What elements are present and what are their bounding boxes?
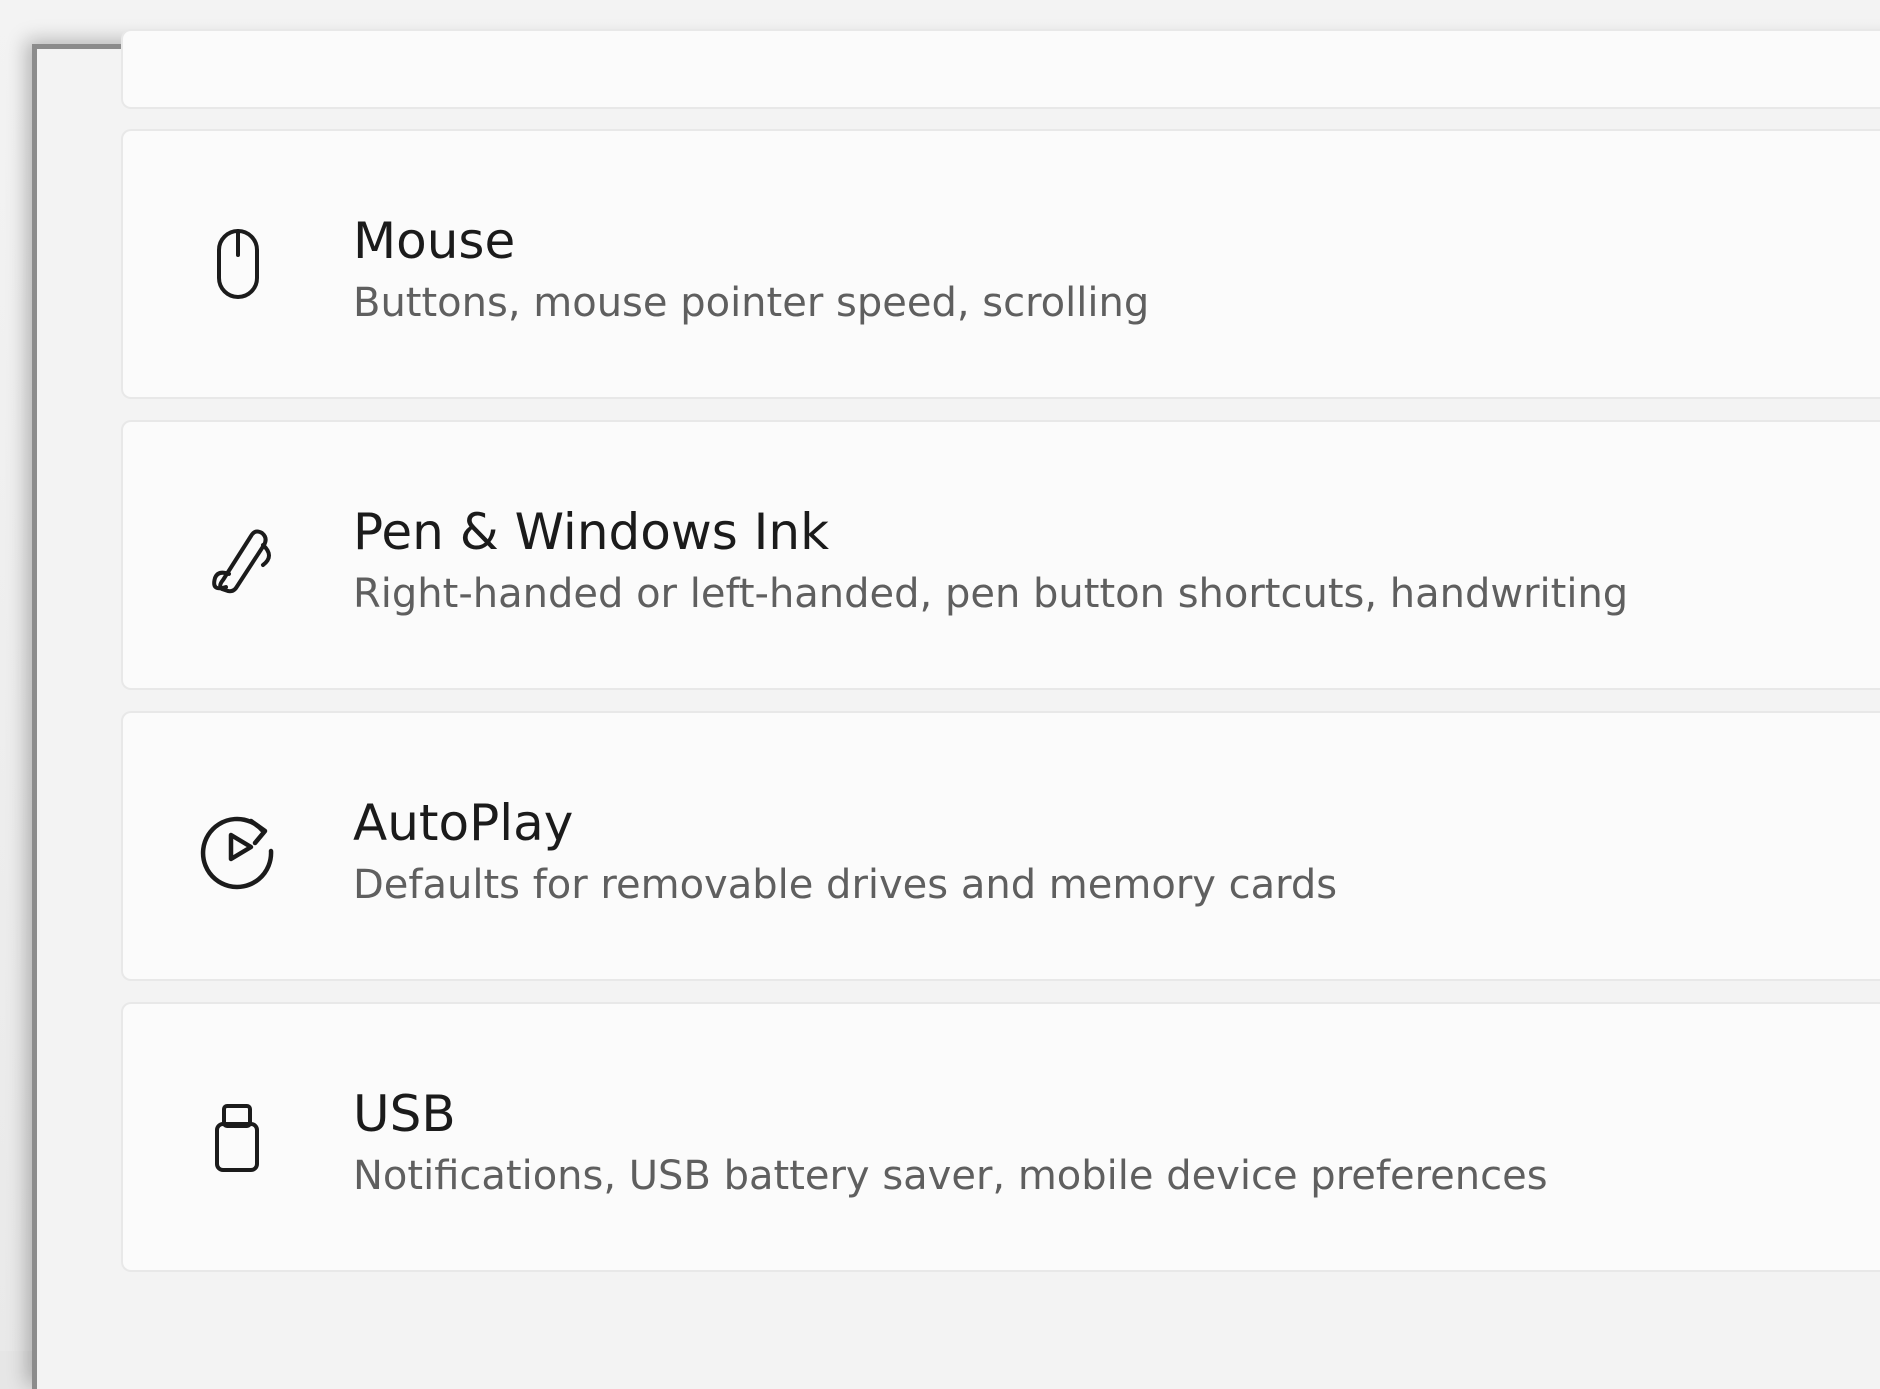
settings-item-title: AutoPlay <box>353 794 574 852</box>
mouse-icon <box>193 219 283 309</box>
settings-item-usb[interactable]: USB Notifications, USB battery saver, mo… <box>121 1002 1880 1272</box>
usb-icon <box>193 1092 283 1182</box>
pen-icon <box>193 510 283 600</box>
settings-item-description: Defaults for removable drives and memory… <box>353 862 1338 908</box>
settings-window: Mouse Buttons, mouse pointer speed, scro… <box>32 29 1880 1389</box>
settings-item-pen-windows-ink[interactable]: Pen & Windows Ink Right-handed or left-h… <box>121 420 1880 690</box>
settings-card-partial[interactable] <box>121 29 1880 109</box>
settings-item-autoplay[interactable]: AutoPlay Defaults for removable drives a… <box>121 711 1880 981</box>
settings-item-description: Buttons, mouse pointer speed, scrolling <box>353 280 1150 326</box>
settings-item-description: Right-handed or left-handed, pen button … <box>353 571 1629 617</box>
autoplay-icon <box>193 801 283 891</box>
settings-item-title: USB <box>353 1085 456 1143</box>
settings-item-title: Pen & Windows Ink <box>353 503 830 561</box>
settings-item-description: Notifications, USB battery saver, mobile… <box>353 1153 1548 1199</box>
settings-item-title: Mouse <box>353 212 516 270</box>
settings-item-mouse[interactable]: Mouse Buttons, mouse pointer speed, scro… <box>121 129 1880 399</box>
